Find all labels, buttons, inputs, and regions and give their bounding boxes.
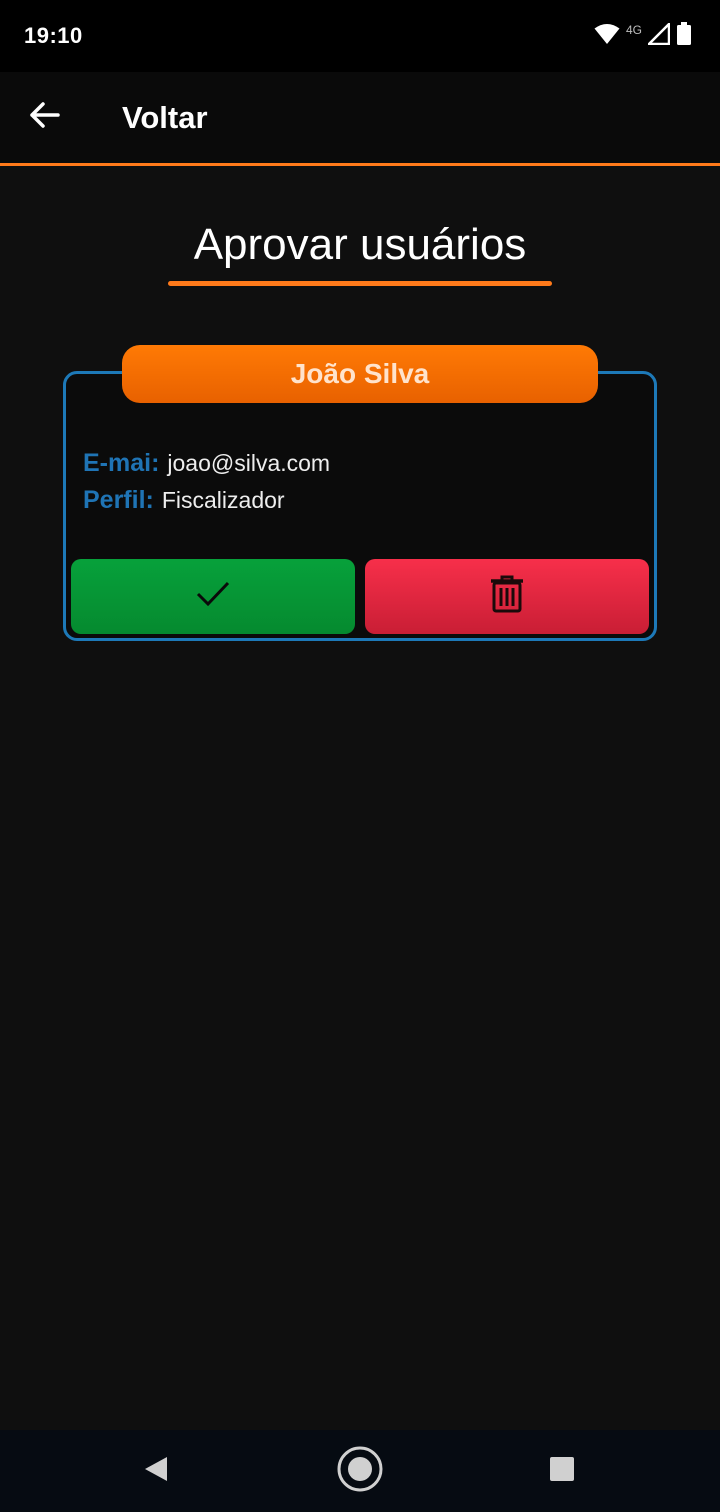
network-label: 4G (625, 23, 642, 37)
profile-label: Perfil: (83, 486, 154, 514)
profile-value: Fiscalizador (161, 487, 285, 513)
page-title: Aprovar usuários (193, 220, 527, 269)
screen: 19:10 4G Voltar Aprovar usuários João Si… (0, 0, 720, 1512)
email-value: joao@silva.com (167, 450, 331, 476)
wifi-icon (594, 23, 620, 50)
status-icons: 4G (594, 20, 692, 51)
nav-home-button[interactable] (330, 1441, 390, 1501)
user-name-banner: João Silva (122, 345, 598, 403)
profile-row: Perfil: Fiscalizador (83, 486, 285, 515)
nav-recents-button[interactable] (532, 1441, 592, 1501)
app-bar-title[interactable]: Voltar (122, 100, 208, 136)
check-icon (195, 580, 231, 613)
system-nav-bar (0, 1430, 720, 1512)
back-triangle-icon (143, 1455, 169, 1488)
approve-button[interactable] (71, 559, 355, 634)
nav-back-button[interactable] (126, 1441, 186, 1501)
battery-icon (676, 21, 692, 51)
recents-square-icon (548, 1455, 576, 1488)
email-row: E-mai: joao@silva.com (83, 449, 330, 478)
back-button[interactable] (14, 88, 74, 148)
status-time: 19:10 (24, 23, 83, 48)
arrow-left-icon (28, 101, 60, 134)
status-bar: 19:10 4G (0, 0, 720, 72)
home-circle-icon (336, 1445, 384, 1498)
title-underline (168, 281, 552, 286)
trash-icon (489, 575, 525, 618)
delete-button[interactable] (365, 559, 649, 634)
signal-icon (645, 20, 671, 50)
email-label: E-mai: (83, 449, 160, 477)
app-bar: Voltar (0, 72, 720, 166)
